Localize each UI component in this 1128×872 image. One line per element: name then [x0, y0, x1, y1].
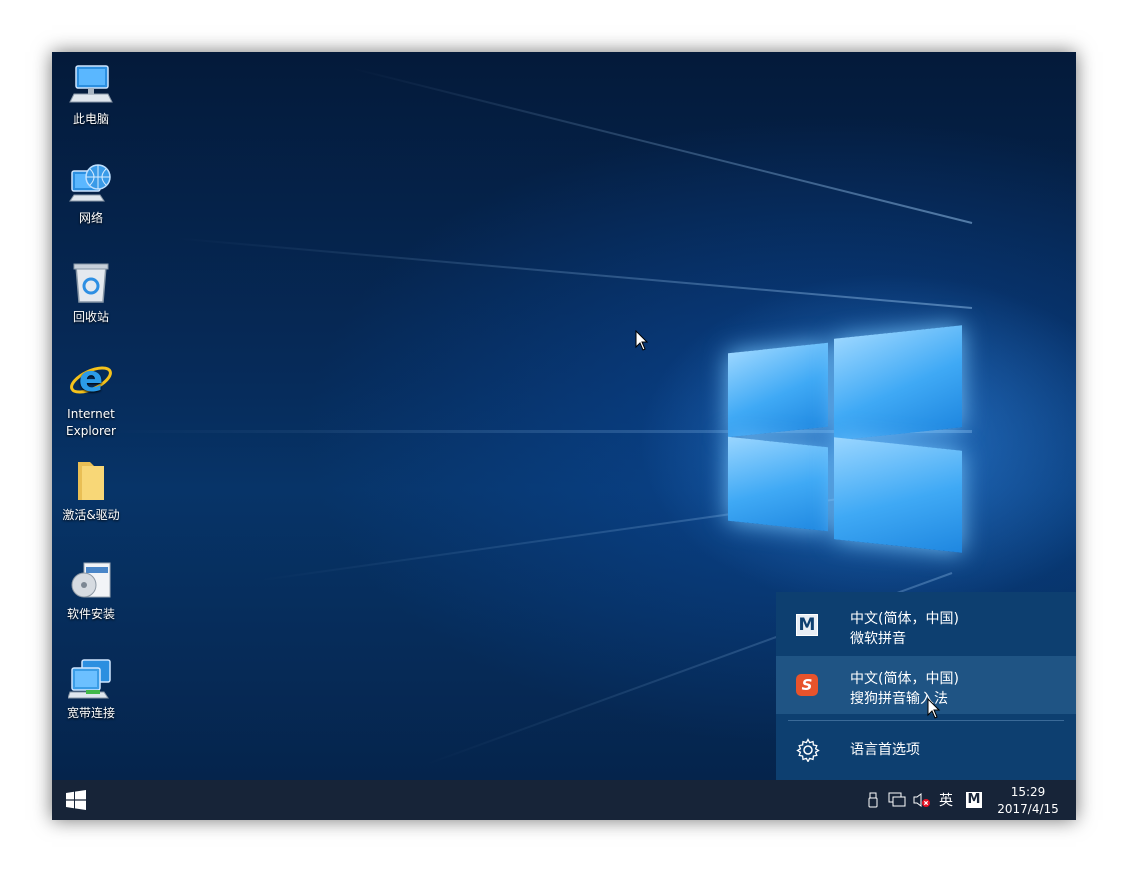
network-icon: [68, 161, 114, 207]
language-preferences-link[interactable]: 语言首选项: [776, 722, 1076, 780]
ime-mode-indicator[interactable]: 英: [934, 780, 958, 820]
input-method-flyout: M 中文(简体，中国) 微软拼音 S 中文(简体，中国) 搜狗拼音输入法 语言首…: [776, 592, 1076, 780]
desktop-icon-label: 此电脑: [72, 112, 109, 126]
taskbar: 英 M 15:29 2017/4/15: [52, 780, 1076, 820]
folder-icon: [68, 458, 114, 504]
desktop-icon-label: 宽带连接: [66, 706, 115, 720]
ime-divider: [788, 720, 1064, 721]
light-beam: [350, 67, 973, 224]
desktop-icon-activation-drivers[interactable]: 激活&驱动: [56, 458, 126, 524]
gear-icon: [796, 738, 820, 763]
desktop-icon-software-install[interactable]: 软件安装: [56, 557, 126, 623]
desktop-icon-broadband[interactable]: 宽带连接: [56, 656, 126, 722]
logo-pane: [728, 342, 828, 438]
ime-option-language: 中文(简体，中国): [850, 671, 959, 687]
ime-indicator-button[interactable]: M: [962, 780, 986, 820]
sogou-icon: S: [796, 674, 818, 696]
ime-option-microsoft-pinyin[interactable]: M 中文(简体，中国) 微软拼音: [776, 596, 1076, 654]
logo-pane: [834, 437, 962, 553]
start-button[interactable]: [52, 780, 100, 820]
windows-logo-icon: [66, 790, 86, 810]
recycle-bin-icon: [68, 260, 114, 306]
clock[interactable]: 15:29 2017/4/15: [990, 780, 1066, 820]
ime-option-name: 微软拼音: [850, 631, 906, 647]
mouse-pointer-icon: [927, 697, 941, 720]
ime-option-language: 中文(简体，中国): [850, 611, 959, 627]
logo-pane: [728, 436, 828, 532]
logo-pane: [834, 325, 962, 441]
vm-screen: 此电脑 网络 回收站 e Internet Explorer 激活&驱动 软件安…: [52, 52, 1076, 820]
desktop-icon-internet-explorer[interactable]: e Internet Explorer: [56, 357, 126, 440]
clock-time: 15:29: [1010, 785, 1046, 799]
language-preferences-label: 语言首选项: [850, 742, 920, 758]
desktop-icon-network[interactable]: 网络: [56, 161, 126, 227]
desktop-icon-recycle-bin[interactable]: 回收站: [56, 260, 126, 326]
desktop-icon-label: Internet Explorer: [66, 407, 116, 438]
desktop-icon-label: 激活&驱动: [62, 508, 120, 522]
ime-option-sogou[interactable]: S 中文(简体，中国) 搜狗拼音输入法: [776, 656, 1076, 714]
volume-muted-icon[interactable]: [910, 780, 932, 820]
microsoft-pinyin-tray-icon: M: [966, 792, 982, 808]
mouse-pointer-icon: [635, 329, 649, 352]
svg-text:e: e: [79, 359, 103, 400]
desktop-icon-label: 网络: [78, 211, 103, 225]
internet-explorer-icon: e: [68, 357, 114, 403]
desktop-icon-label: 软件安装: [66, 607, 115, 621]
microsoft-pinyin-icon: M: [796, 614, 818, 636]
software-install-icon: [68, 557, 114, 603]
broadband-icon: [67, 656, 114, 702]
desktop-icon-this-pc[interactable]: 此电脑: [56, 62, 126, 128]
computer-icon: [68, 62, 114, 108]
network-tray-icon[interactable]: [886, 780, 908, 820]
light-beam: [174, 237, 973, 309]
desktop-icon-label: 回收站: [72, 310, 109, 324]
desktop[interactable]: 此电脑 网络 回收站 e Internet Explorer 激活&驱动 软件安…: [52, 52, 1076, 780]
clock-date: 2017/4/15: [997, 802, 1059, 816]
usb-device-icon[interactable]: [864, 780, 882, 820]
